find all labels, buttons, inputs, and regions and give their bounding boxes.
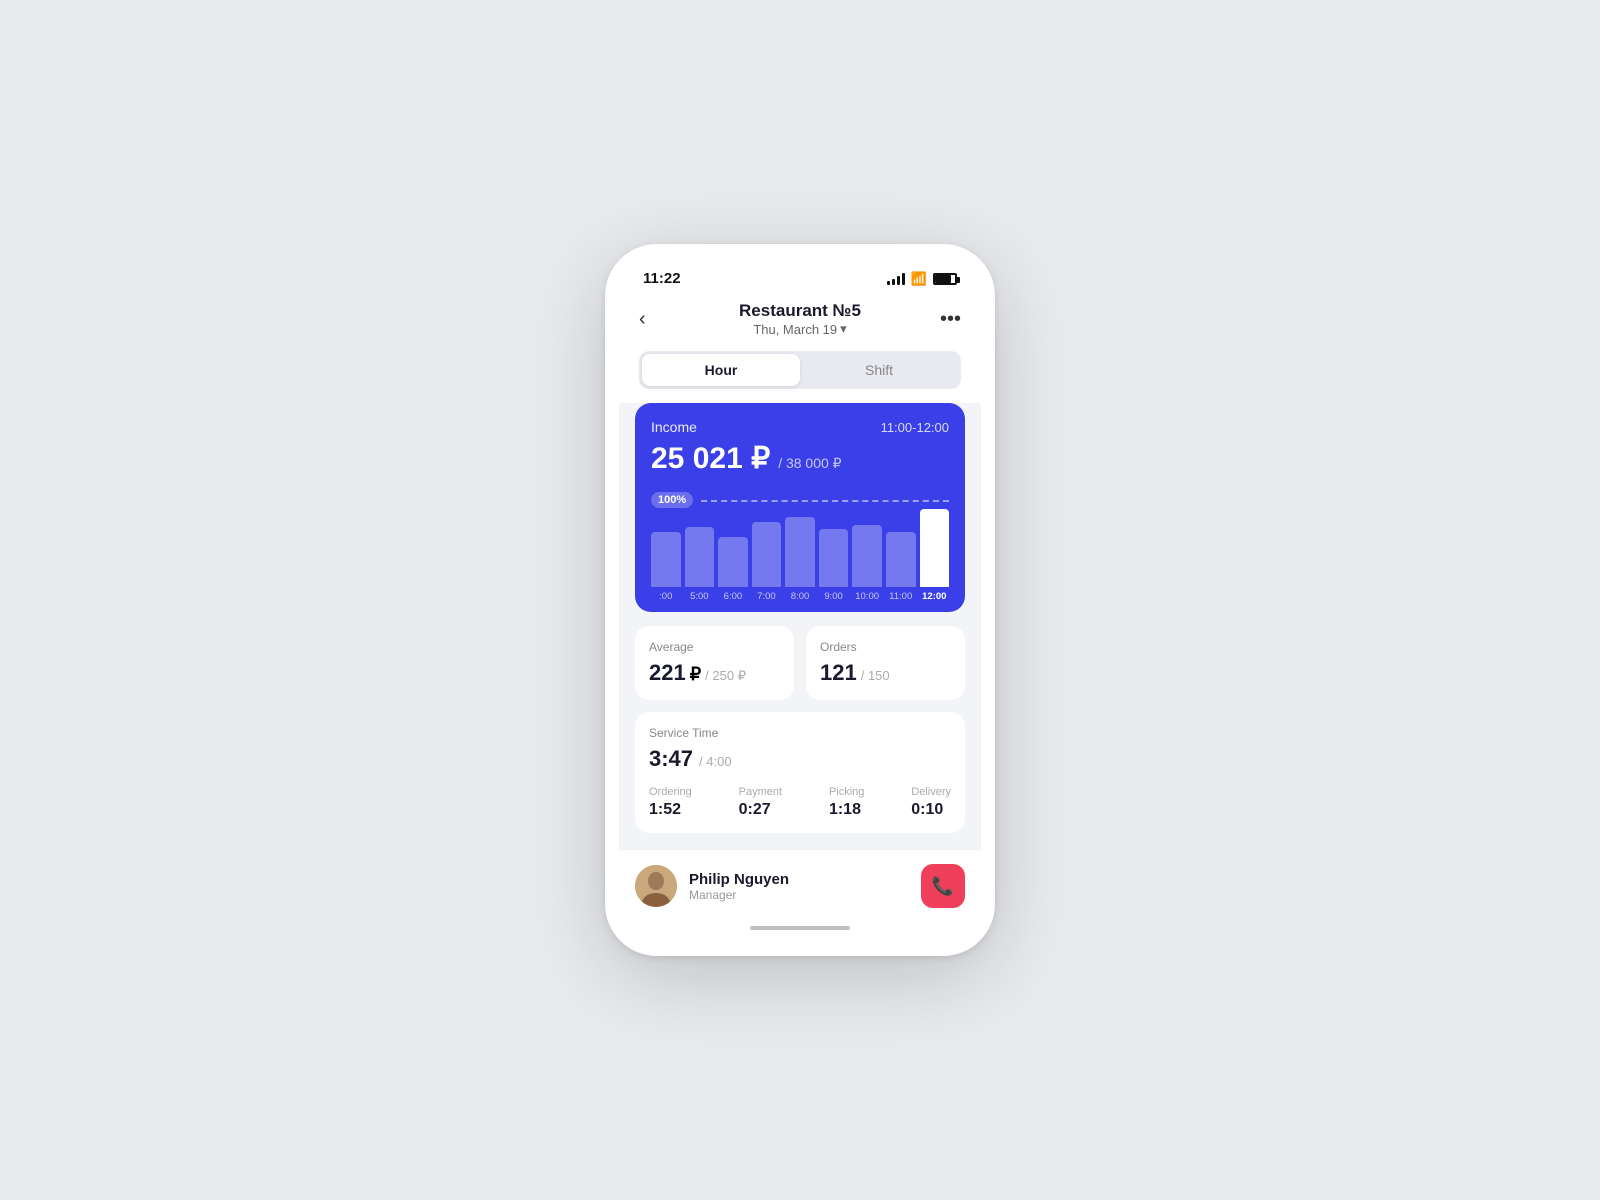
service-time-value: 3:47 bbox=[649, 746, 693, 772]
service-breakdown: Ordering 1:52 Payment 0:27 Picking 1:18 Delive… bbox=[649, 786, 951, 819]
chart-bar-wrap bbox=[886, 532, 916, 587]
breakdown-value: 1:18 bbox=[829, 801, 864, 819]
phone-screen: 11:22 📶 ‹ Restaurant №5 Thu, M bbox=[619, 258, 981, 942]
income-chart: 100% :00 5:006:00 7:008:00 9:0010:00 11:00 12… bbox=[651, 492, 949, 612]
status-bar: 11:22 📶 bbox=[619, 258, 981, 293]
chart-bar bbox=[920, 509, 950, 587]
battery-icon bbox=[933, 273, 957, 285]
chart-bars bbox=[651, 492, 949, 587]
average-value-row: 221 ₽ / 250 ₽ bbox=[649, 660, 780, 686]
breakdown-label: Delivery bbox=[911, 786, 951, 798]
average-label: Average bbox=[649, 640, 780, 654]
chart-labels: :00 5:006:00 7:008:00 9:0010:00 11:00 12:00 bbox=[651, 587, 949, 612]
breakdown-item: Picking 1:18 bbox=[829, 786, 864, 819]
phone-frame: 11:22 📶 ‹ Restaurant №5 Thu, M bbox=[605, 244, 995, 956]
chart-bar-wrap bbox=[920, 509, 950, 587]
orders-value-row: 121 / 150 bbox=[820, 660, 951, 686]
orders-value: 121 bbox=[820, 660, 857, 686]
chart-dashed-line bbox=[701, 500, 949, 502]
chart-bar-wrap bbox=[819, 529, 849, 587]
chart-bar bbox=[651, 532, 681, 587]
home-bar bbox=[750, 926, 850, 930]
income-header: Income 11:00-12:00 bbox=[651, 419, 949, 435]
income-amount: 25 021 ₽ / 38 000 ₽ bbox=[651, 441, 949, 476]
header-center: Restaurant №5 Thu, March 19 ▾ bbox=[739, 301, 861, 337]
chart-bar-wrap bbox=[852, 525, 882, 587]
service-time-card: Service Time 3:47 / 4:00 Ordering 1:52 Pay… bbox=[635, 712, 965, 833]
chart-bar bbox=[785, 517, 815, 587]
chart-bar bbox=[886, 532, 916, 587]
chart-bar bbox=[819, 529, 849, 587]
breakdown-item: Payment 0:27 bbox=[739, 786, 782, 819]
main-content: Income 11:00-12:00 25 021 ₽ / 38 000 ₽ 1… bbox=[619, 403, 981, 849]
breakdown-item: Ordering 1:52 bbox=[649, 786, 692, 819]
average-card: Average 221 ₽ / 250 ₽ bbox=[635, 626, 794, 700]
chart-label: 5:00 bbox=[685, 591, 715, 602]
wifi-icon: 📶 bbox=[911, 271, 927, 287]
service-time-target: / 4:00 bbox=[699, 754, 732, 769]
header: ‹ Restaurant №5 Thu, March 19 ▾ ••• bbox=[619, 293, 981, 351]
chart-bar-wrap bbox=[785, 517, 815, 587]
breakdown-value: 0:10 bbox=[911, 801, 951, 819]
stats-row: Average 221 ₽ / 250 ₽ Orders 121 / 150 bbox=[635, 626, 965, 700]
phone-icon: 📞 bbox=[932, 876, 954, 897]
income-main-value: 25 021 ₽ bbox=[651, 441, 770, 476]
chart-label: 6:00 bbox=[718, 591, 748, 602]
breakdown-item: Delivery 0:10 bbox=[911, 786, 951, 819]
back-button[interactable]: ‹ bbox=[639, 308, 671, 331]
status-time: 11:22 bbox=[643, 270, 681, 287]
page-title: Restaurant №5 bbox=[739, 301, 861, 321]
tab-container: Hour Shift bbox=[639, 351, 961, 389]
income-target: / 38 000 ₽ bbox=[778, 455, 841, 472]
income-time-range: 11:00-12:00 bbox=[881, 420, 949, 435]
user-role: Manager bbox=[689, 888, 789, 902]
average-target: / 250 ₽ bbox=[705, 668, 746, 684]
chart-bar-wrap bbox=[718, 537, 748, 587]
average-currency: ₽ bbox=[690, 664, 701, 685]
user-details: Philip Nguyen Manager bbox=[689, 871, 789, 902]
breakdown-label: Picking bbox=[829, 786, 864, 798]
average-value: 221 bbox=[649, 660, 686, 686]
income-label: Income bbox=[651, 419, 697, 435]
header-subtitle: Thu, March 19 ▾ bbox=[739, 321, 861, 337]
chart-bar bbox=[685, 527, 715, 587]
chart-label: 7:00 bbox=[752, 591, 782, 602]
status-icons: 📶 bbox=[887, 271, 957, 287]
user-info: Philip Nguyen Manager bbox=[635, 865, 789, 907]
home-indicator bbox=[619, 918, 981, 942]
breakdown-value: 1:52 bbox=[649, 801, 692, 819]
orders-card: Orders 121 / 150 bbox=[806, 626, 965, 700]
chart-label: 8:00 bbox=[785, 591, 815, 602]
chart-label: 11:00 bbox=[886, 591, 916, 602]
avatar bbox=[635, 865, 677, 907]
user-name: Philip Nguyen bbox=[689, 871, 789, 888]
service-time-label: Service Time bbox=[649, 726, 951, 740]
chart-bar bbox=[718, 537, 748, 587]
chart-bar-wrap bbox=[685, 527, 715, 587]
orders-target: / 150 bbox=[861, 668, 890, 683]
breakdown-label: Ordering bbox=[649, 786, 692, 798]
call-button[interactable]: 📞 bbox=[921, 864, 965, 908]
tab-hour[interactable]: Hour bbox=[642, 354, 800, 386]
more-button[interactable]: ••• bbox=[929, 308, 961, 331]
chart-label: 12:00 bbox=[920, 591, 950, 602]
income-card: Income 11:00-12:00 25 021 ₽ / 38 000 ₽ 1… bbox=[635, 403, 965, 612]
chart-label: 10:00 bbox=[852, 591, 882, 602]
tab-bar: Hour Shift bbox=[619, 351, 981, 403]
chart-label: 9:00 bbox=[819, 591, 849, 602]
tab-shift[interactable]: Shift bbox=[800, 354, 958, 386]
chart-bar-wrap bbox=[651, 532, 681, 587]
service-main-row: 3:47 / 4:00 bbox=[649, 746, 951, 772]
breakdown-value: 0:27 bbox=[739, 801, 782, 819]
chart-bar bbox=[852, 525, 882, 587]
chart-label: :00 bbox=[651, 591, 681, 602]
bottom-bar: Philip Nguyen Manager 📞 bbox=[619, 849, 981, 918]
chart-badge: 100% bbox=[651, 492, 693, 508]
chart-bar bbox=[752, 522, 782, 587]
orders-label: Orders bbox=[820, 640, 951, 654]
breakdown-label: Payment bbox=[739, 786, 782, 798]
signal-icon bbox=[887, 273, 905, 285]
chart-bar-wrap bbox=[752, 522, 782, 587]
